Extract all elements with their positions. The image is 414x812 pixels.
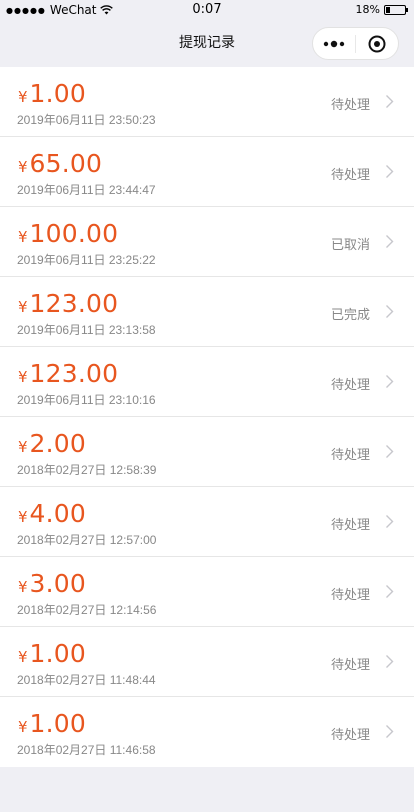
record-time: 2019年06月11日 23:50:23 bbox=[17, 113, 156, 127]
amount: ¥ 4.00 bbox=[18, 499, 86, 528]
status-right: 18% bbox=[355, 3, 408, 16]
status-label: 待处理 bbox=[330, 378, 370, 393]
amount-value: 2.00 bbox=[29, 429, 87, 458]
list-item[interactable]: ¥ 4.00 2018年02月27日 12:57:00 待处理 bbox=[0, 487, 414, 557]
chevron-right-icon bbox=[385, 164, 394, 183]
status-label: 待处理 bbox=[330, 168, 370, 183]
status-label: 待处理 bbox=[330, 518, 370, 533]
currency-symbol: ¥ bbox=[18, 158, 28, 176]
amount: ¥ 2.00 bbox=[18, 429, 86, 458]
amount: ¥ 3.00 bbox=[18, 569, 86, 598]
clock: 0:07 bbox=[192, 2, 222, 17]
amount-value: 123.00 bbox=[29, 359, 119, 388]
more-dots-icon bbox=[323, 40, 345, 47]
amount-value: 65.00 bbox=[29, 149, 103, 178]
status-label: 待处理 bbox=[330, 98, 370, 113]
record-time: 2018年02月27日 11:46:58 bbox=[17, 743, 156, 757]
chevron-right-icon bbox=[385, 724, 394, 743]
amount: ¥ 1.00 bbox=[18, 639, 86, 668]
status-label: 待处理 bbox=[330, 728, 370, 743]
amount: ¥ 1.00 bbox=[18, 79, 86, 108]
record-time: 2018年02月27日 12:58:39 bbox=[17, 463, 157, 477]
list-item[interactable]: ¥ 1.00 2019年06月11日 23:50:23 待处理 bbox=[0, 67, 414, 137]
chevron-right-icon bbox=[385, 444, 394, 463]
currency-symbol: ¥ bbox=[18, 368, 28, 386]
list-item[interactable]: ¥ 1.00 2018年02月27日 11:46:58 待处理 bbox=[0, 697, 414, 767]
mini-program-capsule bbox=[312, 27, 399, 60]
battery-icon bbox=[384, 4, 408, 15]
amount: ¥ 100.00 bbox=[18, 219, 118, 248]
list-item[interactable]: ¥ 65.00 2019年06月11日 23:44:47 待处理 bbox=[0, 137, 414, 207]
list-item[interactable]: ¥ 2.00 2018年02月27日 12:58:39 待处理 bbox=[0, 417, 414, 487]
navigation-bar: 提现记录 bbox=[0, 20, 414, 66]
withdrawal-record-list: ¥ 1.00 2019年06月11日 23:50:23 待处理 ¥ 65.00 … bbox=[0, 67, 414, 767]
list-item[interactable]: ¥ 123.00 2019年06月11日 23:13:58 已完成 bbox=[0, 277, 414, 347]
amount: ¥ 123.00 bbox=[18, 359, 118, 388]
record-time: 2018年02月27日 12:14:56 bbox=[17, 603, 157, 617]
chevron-right-icon bbox=[385, 374, 394, 393]
list-item[interactable]: ¥ 123.00 2019年06月11日 23:10:16 待处理 bbox=[0, 347, 414, 417]
record-time: 2018年02月27日 11:48:44 bbox=[17, 673, 156, 687]
status-label: 待处理 bbox=[330, 658, 370, 673]
amount: ¥ 1.00 bbox=[18, 709, 86, 738]
amount-value: 3.00 bbox=[29, 569, 87, 598]
status-label: 已完成 bbox=[330, 308, 370, 323]
close-mini-program-button[interactable] bbox=[356, 35, 398, 53]
battery-percentage: 18% bbox=[355, 3, 380, 16]
currency-symbol: ¥ bbox=[18, 438, 28, 456]
status-label: 待处理 bbox=[330, 588, 370, 603]
status-label: 已取消 bbox=[330, 238, 370, 253]
record-time: 2019年06月11日 23:10:16 bbox=[17, 393, 156, 407]
status-label: 待处理 bbox=[330, 448, 370, 463]
list-item[interactable]: ¥ 3.00 2018年02月27日 12:14:56 待处理 bbox=[0, 557, 414, 627]
currency-symbol: ¥ bbox=[18, 228, 28, 246]
chevron-right-icon bbox=[385, 654, 394, 673]
more-menu-button[interactable] bbox=[313, 40, 355, 48]
target-circle-icon bbox=[368, 35, 386, 52]
status-bar: ●●●●● WeChat 0:07 18% bbox=[0, 0, 414, 20]
record-time: 2019年06月11日 23:44:47 bbox=[17, 183, 156, 197]
amount: ¥ 65.00 bbox=[18, 149, 102, 178]
chevron-right-icon bbox=[385, 584, 394, 603]
record-time: 2019年06月11日 23:25:22 bbox=[17, 253, 156, 267]
chevron-right-icon bbox=[385, 304, 394, 323]
currency-symbol: ¥ bbox=[18, 298, 28, 316]
currency-symbol: ¥ bbox=[18, 88, 28, 106]
amount: ¥ 123.00 bbox=[18, 289, 118, 318]
amount-value: 1.00 bbox=[29, 709, 87, 738]
record-time: 2018年02月27日 12:57:00 bbox=[17, 533, 157, 547]
currency-symbol: ¥ bbox=[18, 718, 28, 736]
currency-symbol: ¥ bbox=[18, 648, 28, 666]
list-item[interactable]: ¥ 100.00 2019年06月11日 23:25:22 已取消 bbox=[0, 207, 414, 277]
currency-symbol: ¥ bbox=[18, 578, 28, 596]
chevron-right-icon bbox=[385, 234, 394, 253]
record-time: 2019年06月11日 23:13:58 bbox=[17, 323, 156, 337]
list-item[interactable]: ¥ 1.00 2018年02月27日 11:48:44 待处理 bbox=[0, 627, 414, 697]
chevron-right-icon bbox=[385, 94, 394, 113]
amount-value: 100.00 bbox=[29, 219, 119, 248]
amount-value: 1.00 bbox=[29, 639, 87, 668]
amount-value: 1.00 bbox=[29, 79, 87, 108]
currency-symbol: ¥ bbox=[18, 508, 28, 526]
amount-value: 123.00 bbox=[29, 289, 119, 318]
chevron-right-icon bbox=[385, 514, 394, 533]
amount-value: 4.00 bbox=[29, 499, 87, 528]
